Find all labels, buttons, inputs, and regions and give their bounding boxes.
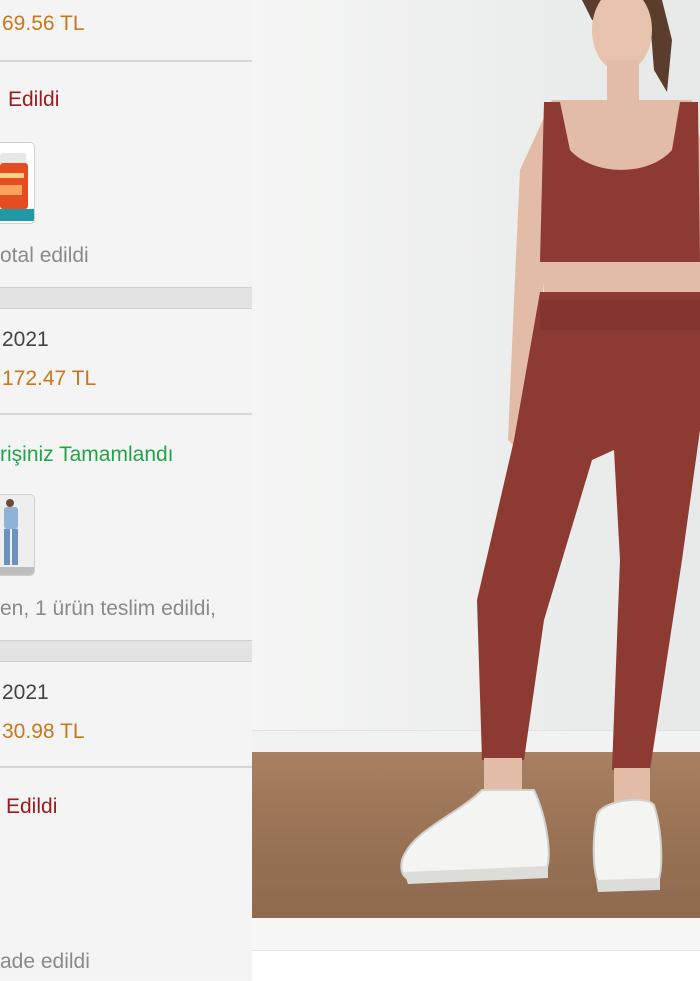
- order-price: 69.56 TL: [2, 12, 85, 35]
- denim-outfit-icon: [0, 495, 34, 575]
- order-item-status-note: ade edildi: [0, 950, 90, 973]
- order-price: 172.47 TL: [2, 367, 97, 390]
- order-separator: [0, 640, 252, 662]
- order-price: 30.98 TL: [2, 720, 85, 743]
- divider: [0, 60, 252, 62]
- order-status[interactable]: Edildi: [6, 795, 57, 819]
- order-item-status-note: otal edildi: [0, 244, 89, 267]
- order-item-status-note: en, 1 ürün teslim edildi,: [0, 597, 216, 620]
- order-list-panel: 69.56 TL Edildi otal edildi 2021 172.47 …: [0, 0, 252, 980]
- supplement-jar-icon: [0, 143, 34, 223]
- order-status[interactable]: Edildi: [8, 88, 59, 112]
- order-date: 2021: [2, 328, 49, 351]
- photo-caption-bar: [252, 950, 700, 981]
- order-date: 2021: [2, 681, 49, 704]
- model-figure-illustration: [400, 0, 700, 892]
- product-thumbnail-denim-outfit[interactable]: [0, 494, 35, 576]
- divider: [0, 413, 252, 415]
- divider: [0, 766, 252, 768]
- order-status[interactable]: rişiniz Tamamlandı: [0, 443, 174, 467]
- product-photo[interactable]: [252, 0, 700, 918]
- product-thumbnail-supplement[interactable]: [0, 142, 35, 224]
- order-separator: [0, 287, 252, 309]
